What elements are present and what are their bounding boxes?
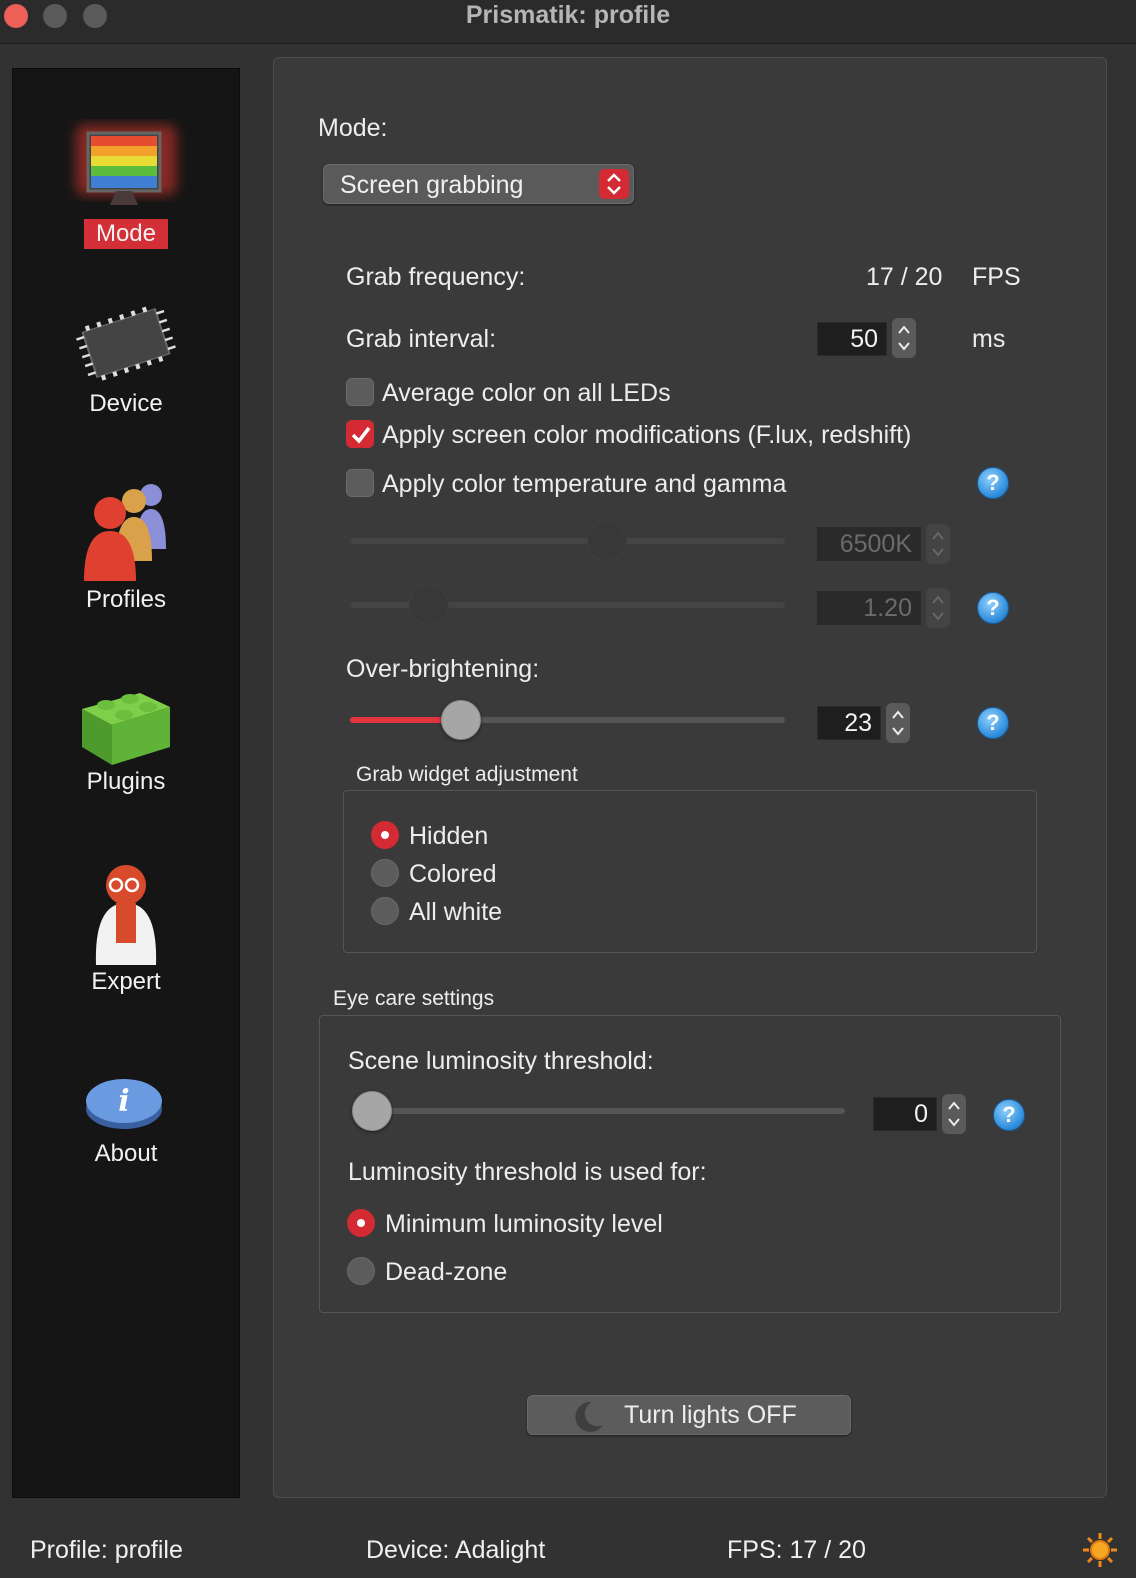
eye-care-title: Eye care settings [333,987,495,1010]
sidebar-item-label: Plugins [86,768,166,795]
temperature-slider[interactable] [350,538,785,544]
temperature-stepper[interactable] [926,524,950,564]
color-temperature-checkbox[interactable] [346,469,374,497]
grab-interval-unit: ms [972,325,1006,353]
turn-lights-off-button[interactable]: Turn lights OFF [527,1395,851,1435]
gamma-stepper[interactable] [926,588,950,628]
status-device: Device: Adalight [366,1536,546,1564]
moon-icon [575,1401,603,1432]
chevron-updown-icon [599,169,629,199]
sidebar-item-device[interactable]: Device [13,301,239,419]
radio-hidden[interactable] [371,821,399,849]
radio-minimum-luminosity[interactable] [347,1209,375,1237]
grab-frequency-value: 17 / 20 [866,263,943,291]
apply-modifications-label: Apply screen color modifications (F.lux,… [382,421,912,449]
grab-interval-input[interactable]: 50 [817,322,887,356]
threshold-used-for-label: Luminosity threshold is used for: [348,1158,707,1186]
average-color-label: Average color on all LEDs [382,379,671,407]
chip-icon [66,301,186,387]
radio-hidden-label: Hidden [409,822,489,850]
gamma-input[interactable]: 1.20 [817,591,921,625]
sidebar-item-about[interactable]: i About [13,1059,239,1169]
mode-select[interactable]: Screen grabbing [323,164,634,204]
grab-interval-label: Grab interval: [346,325,497,353]
sun-icon[interactable] [1082,1532,1118,1573]
grab-frequency-unit: FPS [972,263,1021,291]
sidebar-item-expert[interactable]: Expert [13,855,239,997]
radio-minimum-luminosity-label: Minimum luminosity level [385,1210,663,1238]
scene-threshold-label: Scene luminosity threshold: [348,1047,654,1075]
sidebar-item-plugins[interactable]: Plugins [13,677,239,797]
over-brightening-slider[interactable] [350,717,785,723]
sidebar-item-mode[interactable]: Mode [13,119,239,249]
scene-threshold-input[interactable]: 0 [873,1097,937,1131]
temperature-slider-knob[interactable] [587,521,627,561]
apply-modifications-checkbox[interactable] [346,420,374,448]
help-icon[interactable]: ? [977,707,1009,739]
scene-threshold-slider[interactable] [352,1108,845,1114]
sidebar-item-label: Device [89,390,163,417]
status-profile: Profile: profile [30,1536,183,1564]
color-temperature-label: Apply color temperature and gamma [382,470,787,498]
grab-widget-title: Grab widget adjustment [356,763,578,786]
sidebar: Mode Device Profiles Plugins Expert i Ab… [12,68,240,1498]
lego-brick-icon [66,677,186,767]
radio-dead-zone[interactable] [347,1257,375,1285]
gamma-slider-knob[interactable] [409,585,450,625]
sidebar-item-label: Mode [83,219,169,249]
status-fps: FPS: 17 / 20 [727,1536,866,1564]
over-brightening-stepper[interactable] [886,703,910,743]
radio-dead-zone-label: Dead-zone [385,1258,508,1286]
radio-all-white-label: All white [409,898,503,926]
sidebar-item-label: Expert [91,968,161,995]
over-brightening-input[interactable]: 23 [817,706,881,740]
sidebar-item-label: About [94,1140,158,1167]
mode-label: Mode: [318,114,388,142]
radio-all-white[interactable] [371,897,399,925]
people-icon [66,477,186,585]
over-brightening-slider-knob[interactable] [440,700,481,740]
sidebar-item-profiles[interactable]: Profiles [13,477,239,615]
scientist-icon [66,855,186,967]
radio-colored-label: Colored [409,860,497,888]
temperature-input[interactable]: 6500K [817,527,921,561]
help-icon[interactable]: ? [993,1099,1025,1131]
checkmark-icon [351,426,371,444]
scene-threshold-slider-knob[interactable] [352,1091,392,1131]
monitor-rainbow-icon [66,119,186,219]
radio-colored[interactable] [371,859,399,887]
scene-threshold-stepper[interactable] [942,1094,966,1134]
help-icon[interactable]: ? [977,467,1009,499]
svg-text:i: i [118,1084,129,1119]
title-bar: Prismatik: profile [0,0,1136,44]
sidebar-item-label: Profiles [85,586,167,613]
grab-interval-stepper[interactable] [892,318,916,358]
average-color-checkbox[interactable] [346,378,374,406]
info-icon: i [66,1059,186,1139]
mode-select-value: Screen grabbing [340,171,524,199]
over-brightening-label: Over-brightening: [346,655,540,683]
help-icon[interactable]: ? [977,592,1009,624]
turn-lights-off-label: Turn lights OFF [624,1401,797,1429]
grab-frequency-label: Grab frequency: [346,263,526,291]
window-title: Prismatik: profile [465,1,671,29]
